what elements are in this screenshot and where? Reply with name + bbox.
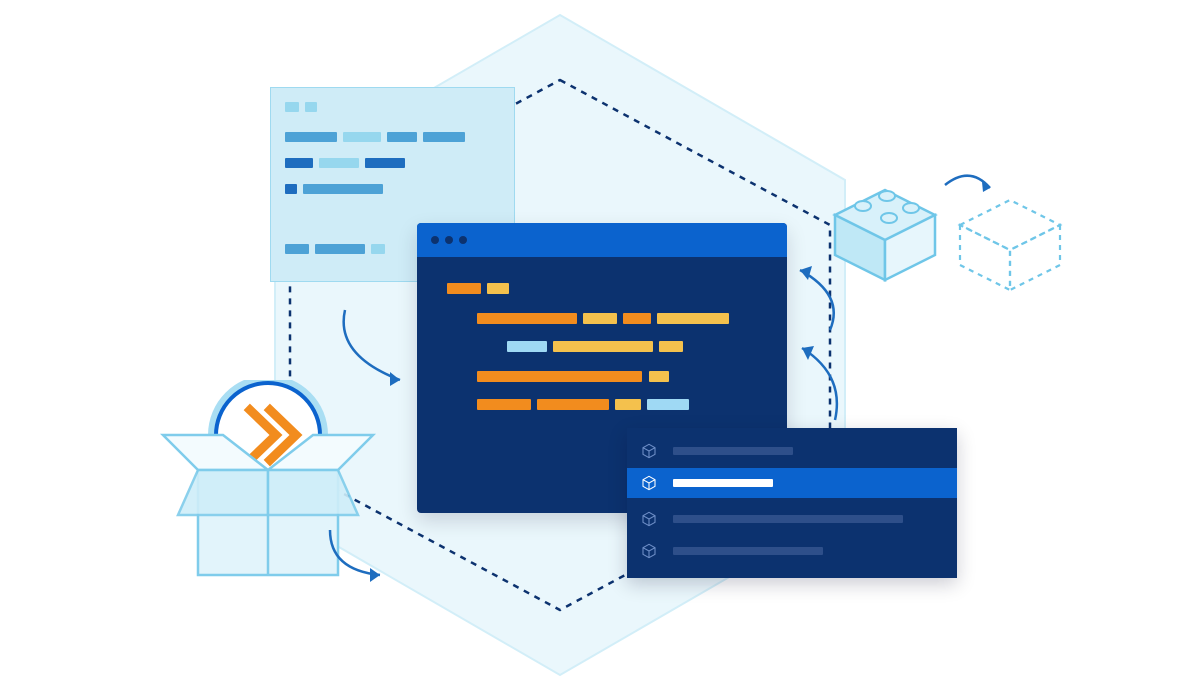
list-item-label <box>673 547 823 555</box>
code-token <box>285 184 297 194</box>
code-token <box>303 184 383 194</box>
cube-icon <box>641 475 657 491</box>
code-token <box>583 313 617 324</box>
module-bricks <box>825 170 1065 320</box>
list-item <box>627 504 957 534</box>
code-token <box>623 313 651 324</box>
code-token <box>285 158 313 168</box>
code-token <box>315 244 365 254</box>
autocomplete-popup <box>627 428 957 578</box>
list-item-selected <box>627 468 957 498</box>
editor-titlebar <box>417 223 787 257</box>
code-token <box>657 313 729 324</box>
brick-solid-icon <box>835 190 935 280</box>
code-token <box>477 371 642 382</box>
code-token <box>649 371 669 382</box>
list-item-label <box>673 515 903 523</box>
brick-placeholder-icon <box>960 200 1060 290</box>
code-token <box>387 132 417 142</box>
code-token <box>365 158 405 168</box>
code-token <box>487 283 509 294</box>
code-token <box>615 399 641 410</box>
flow-arrow <box>320 520 400 590</box>
code-token <box>319 158 359 168</box>
window-dot-icon <box>445 236 453 244</box>
cube-icon <box>641 443 657 459</box>
code-token <box>285 132 337 142</box>
illustration-canvas <box>0 0 1201 676</box>
list-item <box>627 436 957 466</box>
code-token <box>477 313 577 324</box>
code-token <box>343 132 381 142</box>
code-token <box>285 244 309 254</box>
list-item-label <box>673 447 793 455</box>
code-token <box>553 341 653 352</box>
code-token <box>477 399 531 410</box>
list-item <box>627 536 957 566</box>
code-token <box>371 244 385 254</box>
cube-icon <box>641 543 657 559</box>
code-token <box>647 399 689 410</box>
code-token <box>447 283 481 294</box>
flow-arrow <box>790 260 850 340</box>
flow-arrow <box>330 300 430 400</box>
code-token <box>423 132 465 142</box>
code-token <box>305 102 317 112</box>
code-token <box>285 102 299 112</box>
cube-icon <box>641 511 657 527</box>
window-dot-icon <box>431 236 439 244</box>
list-item-label <box>673 479 773 487</box>
window-dot-icon <box>459 236 467 244</box>
code-token <box>537 399 609 410</box>
code-token <box>659 341 683 352</box>
code-token <box>507 341 547 352</box>
flow-arrow <box>790 340 850 430</box>
